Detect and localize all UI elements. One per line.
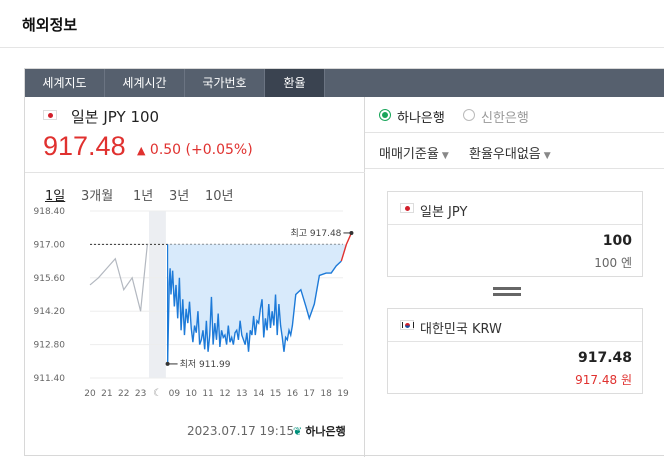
tab-world-map[interactable]: 세계지도 [25, 69, 105, 97]
converter-from-header: 일본 JPY [388, 192, 642, 225]
option-row: 매매기준율 ▼ 환율우대없음 ▼ [365, 133, 664, 169]
from-amount-unit: 100 엔 [594, 256, 632, 270]
x-tick-label: 11 [202, 389, 213, 399]
y-tick-label: 917.00 [34, 240, 66, 250]
x-tick-label: 15 [270, 389, 281, 399]
period-3y[interactable]: 3년 [169, 185, 189, 204]
page-header: 해외정보 [0, 0, 664, 48]
converter-panel: 하나은행 신한은행 매매기준율 ▼ 환율우대없음 ▼ 일본 JPY 100 100 … [365, 97, 664, 457]
high-marker-dot [349, 230, 354, 235]
discount-dropdown[interactable]: 환율우대없음 ▼ [469, 143, 551, 162]
x-tick-label: 12 [219, 389, 230, 399]
hana-bank-logo: ❦ 하나은행 [293, 423, 346, 439]
radio-shinhan-label[interactable]: 신한은행 [481, 107, 529, 126]
exchange-widget: 세계지도 세계시간 국가번호 환율 일본 JPY 100 917.48 ▲ 0.… [24, 68, 664, 457]
rate-type-label: 매매기준율 [379, 147, 439, 162]
update-time: 2023.07.17 19:15 [187, 424, 295, 438]
rate-summary: 일본 JPY 100 917.48 ▲ 0.50 (+0.05%) [25, 97, 365, 173]
chevron-down-icon: ▼ [543, 151, 551, 161]
x-tick-label: 18 [320, 389, 332, 399]
up-triangle-icon: ▲ [137, 144, 146, 157]
tab-bar: 세계지도 세계시간 국가번호 환율 [25, 69, 664, 97]
page-title: 해외정보 [22, 16, 78, 34]
low-label: 최저 911.99 [180, 359, 231, 370]
discount-label: 환율우대없음 [469, 147, 541, 162]
from-currency-label: 일본 JPY [420, 205, 468, 220]
period-3m[interactable]: 3개월 [81, 185, 113, 204]
x-tick-label: 21 [101, 389, 112, 399]
y-tick-label: 911.40 [34, 374, 66, 384]
converter-to-header: 대한민국 KRW [388, 309, 642, 342]
x-tick-label: 23 [135, 389, 146, 399]
x-tick-label: 17 [304, 389, 315, 399]
y-tick-label: 915.60 [34, 274, 66, 284]
x-tick-label: 10 [185, 389, 197, 399]
period-10y[interactable]: 10년 [205, 185, 234, 204]
period-1d[interactable]: 1일 [45, 185, 65, 204]
radio-hana[interactable] [379, 109, 391, 121]
night-band [149, 211, 166, 378]
y-tick-label: 912.80 [34, 341, 66, 351]
bank-name: 하나은행 [305, 425, 346, 438]
y-tick-label: 918.40 [34, 207, 66, 217]
x-tick-label: 09 [169, 389, 181, 399]
bank-selector: 하나은행 신한은행 [365, 97, 664, 133]
jp-flag-icon [43, 110, 57, 120]
chevron-down-icon: ▼ [441, 151, 449, 161]
x-tick-label: 13 [236, 389, 247, 399]
low-marker-dot [165, 361, 170, 366]
area-fill [167, 244, 352, 364]
x-tick-label: 19 [337, 389, 349, 399]
radio-hana-label[interactable]: 하나은행 [397, 107, 445, 126]
tab-world-time[interactable]: 세계시간 [105, 69, 185, 97]
rate-chart: 918.40 917.00 915.60 914.20 912.80 911.40 20 21… [34, 207, 354, 399]
to-currency-label: 대한민국 KRW [420, 322, 502, 337]
moon-icon: ☾ [153, 388, 162, 399]
currency-name: 일본 JPY 100 [71, 108, 160, 126]
x-tick-label: 22 [118, 389, 129, 399]
converter-from: 일본 JPY 100 100 엔 [387, 191, 643, 277]
to-amount-value: 917.48 [577, 350, 632, 366]
period-1y[interactable]: 1년 [133, 185, 153, 204]
rate-type-dropdown[interactable]: 매매기준율 ▼ [379, 143, 449, 162]
hana-logo-icon: ❦ [293, 425, 303, 438]
converter-to: 대한민국 KRW 917.48 917.48 원 [387, 308, 643, 394]
exchange-rate-value: 917.48 [43, 131, 126, 161]
kr-flag-icon [400, 320, 414, 330]
to-amount-unit: 917.48 원 [575, 373, 632, 387]
tab-exchange-rate[interactable]: 환율 [265, 69, 325, 97]
equals-icon [493, 287, 521, 297]
rate-panel: 일본 JPY 100 917.48 ▲ 0.50 (+0.05%) 1일 3개월… [25, 97, 365, 457]
tab-country-code[interactable]: 국가번호 [185, 69, 265, 97]
from-amount-input[interactable]: 100 [603, 233, 632, 249]
x-tick-label: 14 [253, 389, 265, 399]
x-tick-label: 20 [84, 389, 96, 399]
radio-shinhan[interactable] [463, 109, 475, 121]
jp-flag-icon [400, 203, 414, 213]
x-tick-label: 16 [287, 389, 299, 399]
high-label: 최고 917.48 [291, 228, 342, 239]
y-tick-label: 914.20 [34, 307, 66, 317]
rate-change-text: 0.50 (+0.05%) [149, 142, 253, 158]
rate-change: ▲ 0.50 (+0.05%) [137, 142, 253, 158]
